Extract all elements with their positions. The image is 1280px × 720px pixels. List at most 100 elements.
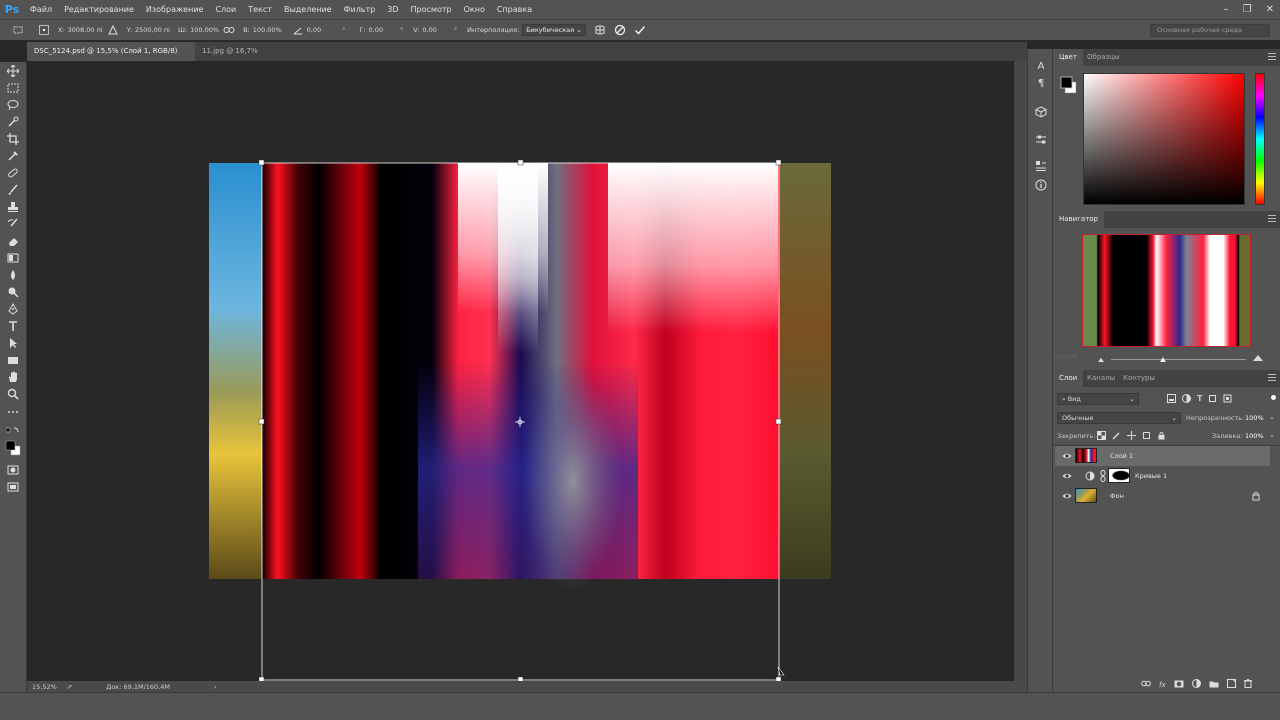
pen-tool-icon[interactable] [5, 302, 21, 316]
blur-tool-icon[interactable] [5, 268, 21, 282]
type-tool-icon[interactable] [5, 319, 21, 333]
new-group-icon[interactable] [1209, 680, 1219, 690]
path-select-tool-icon[interactable] [5, 336, 21, 350]
delta-icon[interactable] [107, 24, 119, 36]
chevron-down-icon[interactable]: ⌄ [1269, 413, 1275, 421]
rectangle-tool-icon[interactable] [5, 353, 21, 367]
zoom-in-icon[interactable] [1252, 354, 1264, 364]
tab-color[interactable]: Цвет [1053, 49, 1083, 66]
interpolation-select[interactable]: Бикубическая ⌄ [522, 24, 586, 36]
tab-navigator[interactable]: Навигатор [1053, 211, 1104, 228]
menu-layers[interactable]: Слои [209, 0, 242, 19]
tab-document-2[interactable]: 11.jpg @ 16,7% (RGB/8#)× [195, 42, 303, 74]
menu-help[interactable]: Справка [491, 0, 538, 19]
menu-3d[interactable]: 3D [381, 0, 404, 19]
lock-all-icon[interactable] [1157, 431, 1166, 442]
menu-type[interactable]: Текст [242, 0, 278, 19]
panel-menu-icon[interactable] [1268, 53, 1276, 61]
eyedropper-tool-icon[interactable] [5, 149, 21, 163]
menu-file[interactable]: Файл [24, 0, 58, 19]
quick-select-tool-icon[interactable] [5, 115, 21, 129]
layer-row-curves1[interactable]: Кривые 1 [1055, 466, 1270, 486]
filter-type-icon[interactable]: T [1197, 394, 1202, 405]
menu-filter[interactable]: Фильтр [338, 0, 382, 19]
layer-filter-select[interactable]: ⌕ Вид ⌄ [1057, 393, 1139, 405]
reference-point-icon[interactable] [38, 24, 50, 36]
navigator-zoom-slider[interactable] [1111, 359, 1246, 360]
canvas-area[interactable] [28, 61, 1014, 681]
color-field[interactable] [1083, 73, 1245, 205]
tab-channels[interactable]: Каналы [1081, 370, 1121, 387]
adjustments-panel-icon[interactable] [1034, 133, 1048, 147]
fx-icon[interactable]: fx [1159, 681, 1166, 689]
tab-document-1[interactable]: DSC_5124.psd @ 15,5% (Слой 1, RGB/8) *× [27, 42, 195, 74]
layer-name[interactable]: Кривые 1 [1135, 472, 1167, 480]
navigator-slider-thumb[interactable] [1159, 356, 1167, 365]
warp-icon[interactable] [594, 24, 606, 36]
commit-transform-icon[interactable] [634, 24, 646, 36]
quick-mask-icon[interactable] [5, 463, 21, 477]
menu-view[interactable]: Просмотр [405, 0, 458, 19]
layer-mask-thumbnail[interactable] [1108, 468, 1130, 483]
lock-artboard-icon[interactable] [1142, 431, 1151, 442]
close-icon[interactable]: ✕ [1266, 4, 1274, 15]
lock-position-icon[interactable] [1127, 431, 1136, 442]
eye-icon[interactable] [1062, 451, 1072, 461]
brush-tool-icon[interactable] [5, 183, 21, 197]
h-skew-field[interactable]: 0,00 [369, 26, 383, 34]
height-field[interactable]: 100,00% [253, 26, 282, 34]
zoom-level[interactable]: 15,52% [32, 683, 57, 691]
new-adjustment-icon[interactable] [1191, 679, 1201, 690]
lasso-tool-icon[interactable] [5, 98, 21, 112]
document-canvas[interactable] [28, 61, 1014, 681]
healing-tool-icon[interactable] [5, 166, 21, 180]
layer-row-background[interactable]: Фон [1055, 486, 1270, 506]
stamp-tool-icon[interactable] [5, 200, 21, 214]
filter-smart-object-icon[interactable] [1223, 394, 1232, 405]
vertical-scrollbar[interactable] [1014, 61, 1027, 681]
restore-icon[interactable]: ❐ [1243, 4, 1252, 15]
filter-adjustment-icon[interactable] [1182, 394, 1191, 405]
chevron-down-icon[interactable]: ⌄ [1269, 431, 1275, 439]
link-layers-icon[interactable] [1141, 680, 1151, 689]
more-tools-icon[interactable] [5, 405, 21, 419]
gradient-tool-icon[interactable] [5, 251, 21, 265]
menu-image[interactable]: Изображение [140, 0, 210, 19]
workspace-select[interactable]: Основная рабочая среда [1150, 24, 1270, 37]
eraser-tool-icon[interactable] [5, 234, 21, 248]
crop-tool-icon[interactable] [5, 132, 21, 146]
x-field[interactable]: 3008,00 пі [68, 26, 103, 34]
link-icon[interactable] [1099, 470, 1107, 482]
zoom-out-icon[interactable] [1097, 356, 1105, 365]
tab-swatches[interactable]: Образцы [1081, 49, 1126, 66]
navigator-zoom[interactable]: 15,52% [1055, 354, 1078, 361]
zoom-tool-icon[interactable] [5, 387, 21, 401]
opacity-field[interactable]: 100% [1245, 414, 1264, 422]
lock-pixels-icon[interactable] [1112, 431, 1121, 442]
add-mask-icon[interactable] [1174, 680, 1184, 690]
transform-tool-icon[interactable] [12, 24, 24, 36]
move-tool-icon[interactable] [5, 64, 21, 78]
marquee-tool-icon[interactable] [5, 81, 21, 95]
fill-field[interactable]: 100% [1245, 432, 1264, 440]
menu-select[interactable]: Выделение [278, 0, 338, 19]
swap-colors-icon[interactable] [5, 424, 21, 438]
y-field[interactable]: 2500,00 пі [135, 26, 170, 34]
filter-shape-icon[interactable] [1208, 394, 1217, 405]
blend-mode-select[interactable]: Обычные ⌄ [1057, 412, 1181, 424]
properties-panel-icon[interactable] [1034, 159, 1048, 173]
menu-edit[interactable]: Редактирование [58, 0, 140, 19]
filter-toggle-icon[interactable] [1271, 395, 1276, 400]
panel-menu-icon[interactable] [1268, 215, 1276, 223]
layer-name[interactable]: Фон [1110, 492, 1124, 500]
hand-tool-icon[interactable] [5, 370, 21, 384]
history-brush-tool-icon[interactable] [5, 217, 21, 231]
hue-slider[interactable] [1255, 73, 1265, 205]
tab-layers[interactable]: Слои [1053, 370, 1084, 387]
filter-pixel-icon[interactable] [1167, 394, 1176, 405]
minimize-icon[interactable]: – [1224, 4, 1229, 15]
character-panel-icon[interactable]: A [1034, 59, 1048, 73]
chevron-right-icon[interactable]: › [214, 683, 217, 691]
panel-menu-icon[interactable] [1268, 374, 1276, 382]
layer-row-layer1[interactable]: Слой 1 [1055, 446, 1270, 466]
